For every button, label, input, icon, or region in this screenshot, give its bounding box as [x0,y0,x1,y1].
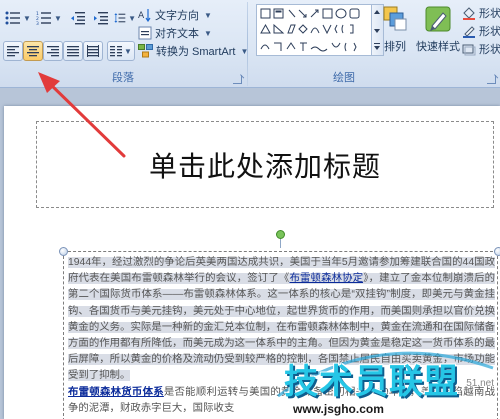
arrange-button[interactable]: 排列 [378,4,412,54]
quick-styles-button[interactable]: 快速样式 [414,4,462,54]
shapes-gallery-icons [260,8,360,52]
watermark-title: 技术员联盟 [284,362,459,402]
chevron-down-icon: ▼ [204,28,212,38]
columns-icon [110,46,123,57]
currency-system-link[interactable]: 布雷顿森林货币体系 [68,387,164,398]
shape-fill-button[interactable]: 形状 [462,4,500,22]
agreement-link[interactable]: 布雷顿森林协定 [289,273,364,285]
watermark-side-text: 51.net [466,378,494,389]
increase-indent-button[interactable] [90,8,112,28]
text-direction-label: 文字方向 [155,10,199,22]
paragraph-dialog-launcher-icon[interactable] [233,75,242,84]
shape-effects-button[interactable]: 形状 [462,40,500,58]
resize-handle-top-right[interactable] [494,247,500,256]
align-left-icon [7,46,19,57]
svg-text:3: 3 [36,21,39,25]
paint-bucket-icon [463,7,475,20]
title-placeholder[interactable]: 单击此处添加标题 [36,121,494,208]
shape-fill-label: 形状 [479,8,500,20]
bullets-icon [5,11,21,25]
decrease-indent-button[interactable] [67,8,89,28]
shape-effects-icon [462,44,476,56]
align-right-button[interactable] [43,41,63,61]
chevron-down-icon: ▼ [23,13,31,23]
drawing-dialog-launcher-icon[interactable] [487,75,496,84]
align-center-button[interactable] [23,41,43,61]
text-direction-icon: A [138,9,151,22]
quick-styles-icon [425,6,451,32]
text-direction-button[interactable]: A 文字方向 ▼ [138,6,212,24]
smartart-icon [138,44,153,58]
align-center-icon [27,46,39,57]
align-right-icon [47,46,59,57]
align-left-button[interactable] [3,41,23,61]
align-text-icon [138,26,152,40]
distributed-icon [87,45,99,57]
numbering-button[interactable]: 1 2 3 ▼ [34,8,64,28]
chevron-down-icon: ▼ [128,13,136,23]
line-spacing-button[interactable]: ▼ [113,8,137,28]
align-text-button[interactable]: 对齐文本 ▼ [138,24,212,42]
distributed-button[interactable] [83,41,103,61]
columns-button[interactable]: ▼ [107,41,135,61]
paragraph-group: ▼ 1 2 3 ▼ ▼ A 文字方向 ▼ 对齐文本 ▼ ▼ 转换为 SmartA… [0,0,248,88]
chevron-down-icon: ▼ [54,13,62,23]
decrease-indent-icon [71,12,85,25]
watermark: 技术员联盟 51.net www.jsgho.com [268,346,500,419]
numbering-icon: 1 2 3 [36,11,52,25]
justify-icon [67,46,79,57]
rotation-handle[interactable] [276,230,285,239]
chevron-down-icon: ▼ [204,10,212,20]
watermark-url: www.jsgho.com [290,402,387,416]
svg-text:A: A [138,11,145,21]
convert-smartart-button[interactable]: 转换为 SmartArt ▼ [138,42,248,60]
paragraph-group-label: 段落 [112,72,134,84]
shape-outline-button[interactable]: 形状 [462,22,500,40]
chevron-down-icon: ▼ [124,46,132,56]
line-spacing-icon [114,13,126,23]
title-placeholder-text: 单击此处添加标题 [148,149,381,183]
bullets-button[interactable]: ▼ [3,8,33,28]
resize-handle-top-left[interactable] [59,247,68,256]
align-text-label: 对齐文本 [155,28,199,40]
convert-smartart-label: 转换为 SmartArt [156,46,236,58]
pen-outline-icon [463,26,475,38]
quick-styles-label: 快速样式 [416,41,460,53]
ribbon: ▼ 1 2 3 ▼ ▼ A 文字方向 ▼ 对齐文本 ▼ ▼ 转换为 SmartA… [0,0,500,88]
shapes-gallery[interactable] [256,4,372,56]
increase-indent-icon [94,12,108,25]
arrange-icon [383,6,407,31]
rotation-handle-stem [280,239,281,248]
drawing-group-label: 绘图 [333,72,355,84]
justify-button[interactable] [63,41,83,61]
arrange-label: 排列 [384,41,406,53]
shape-outline-label: 形状 [479,26,500,38]
shape-effects-label: 形状 [479,44,500,56]
